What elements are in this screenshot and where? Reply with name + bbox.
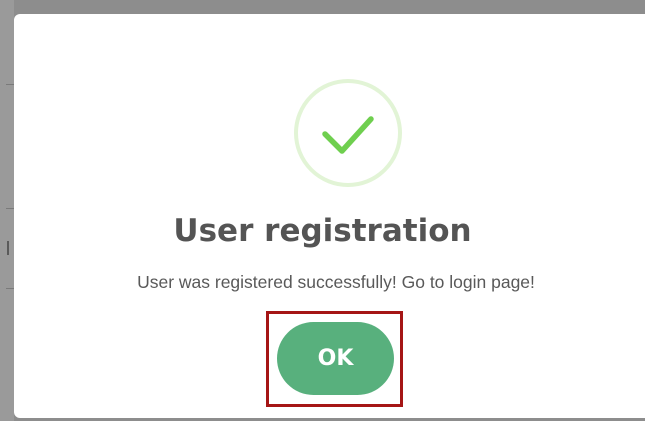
underlying-divider — [6, 208, 14, 209]
success-checkmark-icon — [294, 79, 402, 187]
underlying-divider — [6, 84, 14, 85]
checkmark-icon — [322, 116, 374, 154]
ok-button[interactable]: OK — [277, 322, 394, 395]
underlying-page-edge — [0, 0, 14, 421]
dialog-title: User registration — [173, 213, 472, 249]
dialog-message: User was registered successfully! Go to … — [137, 272, 535, 292]
